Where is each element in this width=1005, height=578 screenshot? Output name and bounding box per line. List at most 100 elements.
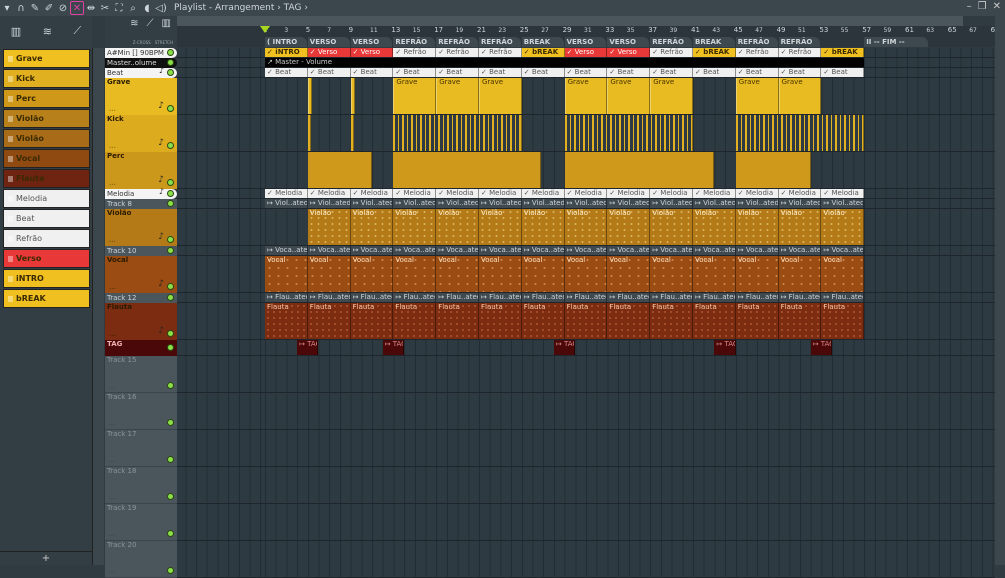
marker-break[interactable]: BREAK [521,37,564,47]
track-lane[interactable]: ✓ iNTRO ✓ Verso ✓ Verso ✓ Verso ✓ Verso ✓ Ref… [177,48,995,58]
clip[interactable]: ↦ TAG [714,340,736,355]
track-lane[interactable]: Flauta Flauta Flauta Flauta Flauta Flauta Flau… [177,303,995,340]
delete-icon[interactable]: ⊘ [56,1,70,15]
clip[interactable]: ✓ Melodia [735,189,779,198]
track-lane[interactable] [177,541,995,578]
clip[interactable] [393,152,542,188]
track-enable-led[interactable] [168,295,173,300]
track-lane[interactable]: Vocal Vocal Vocal Vocal Vocal Vocal Vocal Vocal… [177,256,995,293]
clip[interactable]: ↦ Voca..ated) [350,246,394,255]
clip[interactable] [350,78,355,114]
clip[interactable]: ↦ Voca..ated) [650,246,693,255]
track-lane[interactable]: Grave Grave Grave Grave Grave Grave Grave Grave [177,78,995,115]
clip[interactable]: ↦ Flau..ated) [735,293,779,302]
menu-arrow-icon[interactable]: ▾ [0,1,14,15]
mute-icon[interactable]: ✕ [70,1,84,15]
clip[interactable]: Vocal [735,256,779,292]
clip[interactable] [350,115,354,151]
clip[interactable]: Flauta [521,303,565,339]
clip[interactable]: ↦ Viol..ated) [735,199,779,208]
marker-verso[interactable]: VERSO [607,37,650,47]
clip[interactable]: ↦ Flau..ated) [436,293,479,302]
clip[interactable]: ✓ Melodia [521,189,565,198]
marker-verso[interactable]: VERSO [307,37,350,47]
track-lane[interactable]: ↦ Viol..ated) ↦ Viol..ated) ↦ Viol..ated) ↦… [177,199,995,209]
clip[interactable]: ↦ Viol..ated) [350,199,394,208]
playhead-marker[interactable] [260,26,270,33]
track-enable-led[interactable] [168,180,173,185]
track-header[interactable]: TAG [105,340,177,356]
clip[interactable]: Grave [436,78,479,114]
clip[interactable]: ↦ Voca..ated) [778,246,822,255]
marker-row[interactable]: ( INTRO VERSO VERSO REFRÃO REFRÃO REFRÃO BREAK… [177,37,995,47]
track-header[interactable]: Track 10 [105,246,177,256]
clip[interactable]: ↦ Flau..ated) [307,293,351,302]
track-lane[interactable] [177,356,995,393]
clip[interactable]: Violão [436,209,479,245]
clip[interactable]: Flauta [778,303,822,339]
clip[interactable]: ↦ Viol..ated) [521,199,565,208]
clip[interactable]: ✓ Refrão [436,48,479,57]
clip[interactable]: ✓ Beat [479,68,522,77]
clip[interactable]: ↦ Flau..ated) [350,293,394,302]
clip[interactable]: ↦ Viol..ated) [607,199,651,208]
clip[interactable]: ✓ Melodia [650,189,693,198]
clip[interactable]: ↦ Voca..ated) [265,246,308,255]
clip[interactable] [735,115,865,151]
track-header[interactable]: Vocal ♪... [105,256,177,293]
marker-refrão[interactable]: REFRÃO [479,37,521,47]
track-lane[interactable]: ↦ Voca..ated)↦ Voca..ated)↦ Voca..ated)↦… [177,246,995,256]
clip[interactable]: ↦ Viol..ated) [436,199,479,208]
track-lane[interactable] [177,152,995,189]
clip[interactable]: ✓ Melodia [821,189,865,198]
clip[interactable]: Flauta [821,303,865,339]
close-icon[interactable]: ✕ [993,1,1001,12]
track-enable-led[interactable] [168,420,173,425]
track-enable-led[interactable] [168,237,173,242]
clip[interactable]: Violão [564,209,608,245]
clip[interactable]: ✓ Melodia [564,189,608,198]
clip[interactable]: ✓ Beat [607,68,651,77]
clip[interactable] [393,115,522,151]
track-enable-led[interactable] [168,248,173,253]
clip[interactable]: ↦ Voca..ated) [393,246,437,255]
picker-item-kick[interactable]: Kick [3,69,90,88]
slip-icon[interactable]: ⇹ [84,1,98,15]
marker-refrão[interactable]: REFRÃO [778,37,821,47]
clip[interactable]: Flauta [650,303,693,339]
clip[interactable]: ✓ Beat [265,68,308,77]
clip[interactable]: ✓ Verso [564,48,608,57]
vertical-scrollbar[interactable] [995,16,1005,565]
clip[interactable]: ✓ bREAK [821,48,865,57]
picker-item-verso[interactable]: Verso [3,249,90,268]
clip[interactable]: ↦ Flau..ated) [607,293,651,302]
clip[interactable] [564,115,693,151]
track-header[interactable]: Track 20... [105,541,177,578]
clip[interactable]: ↦ Viol..ated) [650,199,693,208]
marker-verso[interactable]: VERSO [564,37,607,47]
window-title[interactable]: Playlist - Arrangement › TAG › [174,3,308,13]
marker--intro[interactable]: ( INTRO [265,37,307,47]
clip[interactable]: ↦ Voca..ated) [693,246,736,255]
picker-item-beat[interactable]: Beat [3,209,90,228]
clip[interactable] [735,152,811,188]
clip[interactable]: ↦ Viol..ated) [265,199,308,208]
clip[interactable]: Flauta [564,303,608,339]
track-lane[interactable]: ↦ TAG ↦ TAG ↦ TAG ↦ TAG ↦ TAG [177,340,995,356]
clip[interactable]: ✓ Melodia [778,189,822,198]
track-enable-led[interactable] [168,191,173,196]
clip[interactable]: ✓ Melodia [436,189,479,198]
clip[interactable]: ↦ Flau..ated) [265,293,308,302]
track-lane[interactable] [177,504,995,541]
clip[interactable]: ↦ Voca..ated) [436,246,479,255]
track-lane[interactable] [177,393,995,430]
clip[interactable]: ↦ Flau..ated) [693,293,736,302]
clip[interactable]: ↦ TAG [810,340,833,355]
paint-icon[interactable]: ✐ [42,1,56,15]
picker-item-vocal[interactable]: Vocal [3,149,90,168]
track-lane[interactable]: ↗ Master - Volume [177,58,995,68]
clip[interactable]: Vocal [821,256,865,292]
clip[interactable]: ✓ Beat [650,68,693,77]
clip[interactable]: Vocal [393,256,437,292]
marker-break[interactable]: BREAK [693,37,735,47]
